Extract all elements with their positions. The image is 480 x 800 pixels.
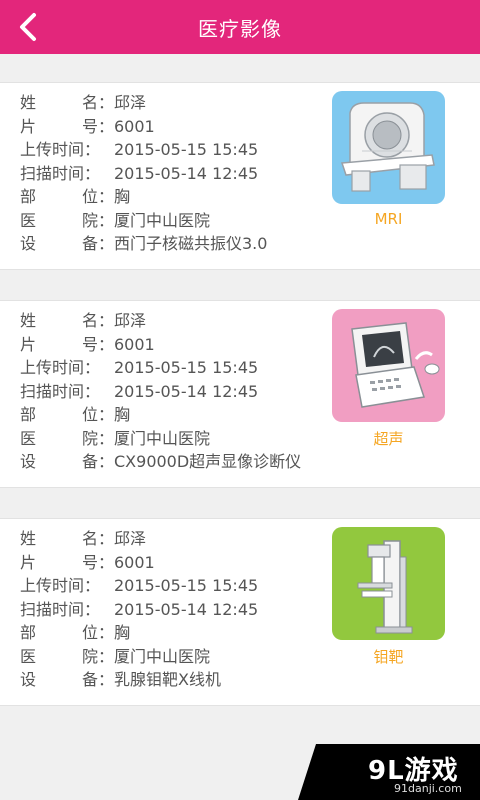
mammography-machine-icon <box>357 540 413 634</box>
ultrasound-machine-icon <box>351 322 440 408</box>
name-row: 姓名： 邱泽 <box>20 309 301 333</box>
hospital-name: 厦门中山医院 <box>114 428 211 448</box>
scan-time-row: 扫描时间： 2015-05-14 12:45 <box>20 380 301 404</box>
hospital-row: 医院： 厦门中山医院 <box>20 645 258 669</box>
film-number: 6001 <box>114 334 155 354</box>
body-part: 胸 <box>114 187 131 206</box>
device-name: CX9000D超声显像诊断仪 <box>114 452 302 471</box>
name-row: 姓名： 邱泽 <box>20 527 258 551</box>
scan-time-row: 扫描时间： 2015-05-14 12:45 <box>20 598 258 622</box>
part-row: 部位： 胸 <box>20 185 267 209</box>
record-info: 姓名： 邱泽 片号： 6001 上传时间： 2015-05-15 15:45 扫… <box>20 527 258 692</box>
film-number: 6001 <box>114 552 155 572</box>
scan-time: 2015-05-14 12:45 <box>114 381 259 401</box>
upload-time-row: 上传时间： 2015-05-15 15:45 <box>20 574 258 598</box>
part-row: 部位： 胸 <box>20 621 258 645</box>
scan-time: 2015-05-14 12:45 <box>114 163 259 183</box>
ultrasound-thumbnail[interactable] <box>332 309 445 422</box>
part-row: 部位： 胸 <box>20 403 301 427</box>
hospital-row: 医院： 厦门中山医院 <box>20 427 301 451</box>
mammography-thumbnail[interactable] <box>332 527 445 640</box>
device-row: 设备： 乳腺钼靶X线机 <box>20 668 258 692</box>
hospital-name: 厦门中山医院 <box>114 210 211 230</box>
body-part: 胸 <box>114 623 131 642</box>
upload-time: 2015-05-15 15:45 <box>114 358 259 377</box>
image-record-card[interactable]: 姓名： 邱泽 片号： 6001 上传时间： 2015-05-15 15:45 扫… <box>0 518 480 706</box>
device-name: 西门子核磁共振仪3.0 <box>114 234 268 253</box>
name-row: 姓名： 邱泽 <box>20 91 267 115</box>
film-no-row: 片号： 6001 <box>20 333 301 357</box>
hospital-row: 医院： 厦门中山医院 <box>20 209 267 233</box>
watermark-logo: 9L游戏 91danji.com <box>298 744 480 800</box>
scan-time-row: 扫描时间： 2015-05-14 12:45 <box>20 162 267 186</box>
device-row: 设备： 西门子核磁共振仪3.0 <box>20 232 267 256</box>
mammography-label: 钼靶 <box>373 648 404 666</box>
patient-name: 邱泽 <box>114 529 147 548</box>
image-record-card[interactable]: 姓名： 邱泽 片号： 6001 上传时间： 2015-05-15 15:45 扫… <box>0 300 480 488</box>
film-number: 6001 <box>114 116 155 136</box>
mri-label: MRI <box>374 210 403 228</box>
watermark-url: 91danji.com <box>394 782 462 795</box>
upload-time-row: 上传时间： 2015-05-15 15:45 <box>20 138 267 162</box>
image-record-card[interactable]: 姓名： 邱泽 片号： 6001 上传时间： 2015-05-15 15:45 扫… <box>0 82 480 270</box>
ultrasound-label: 超声 <box>373 430 404 448</box>
mri-scanner-icon <box>340 102 435 192</box>
device-row: 设备： CX9000D超声显像诊断仪 <box>20 450 301 474</box>
patient-name: 邱泽 <box>114 93 147 112</box>
hospital-name: 厦门中山医院 <box>114 646 211 666</box>
chevron-left-icon <box>20 13 36 41</box>
device-name: 乳腺钼靶X线机 <box>114 670 221 689</box>
app-header: 医疗影像 <box>0 0 480 54</box>
mri-thumbnail[interactable] <box>332 91 445 204</box>
film-no-row: 片号： 6001 <box>20 115 267 139</box>
record-info: 姓名： 邱泽 片号： 6001 上传时间： 2015-05-15 15:45 扫… <box>20 91 267 256</box>
body-part: 胸 <box>114 405 131 424</box>
patient-name: 邱泽 <box>114 311 147 330</box>
upload-time: 2015-05-15 15:45 <box>114 140 259 159</box>
page-title: 医疗影像 <box>198 16 282 41</box>
upload-time-row: 上传时间： 2015-05-15 15:45 <box>20 356 301 380</box>
record-info: 姓名： 邱泽 片号： 6001 上传时间： 2015-05-15 15:45 扫… <box>20 309 301 474</box>
back-button[interactable] <box>6 5 50 49</box>
film-no-row: 片号： 6001 <box>20 551 258 575</box>
upload-time: 2015-05-15 15:45 <box>114 576 259 595</box>
scan-time: 2015-05-14 12:45 <box>114 599 259 619</box>
